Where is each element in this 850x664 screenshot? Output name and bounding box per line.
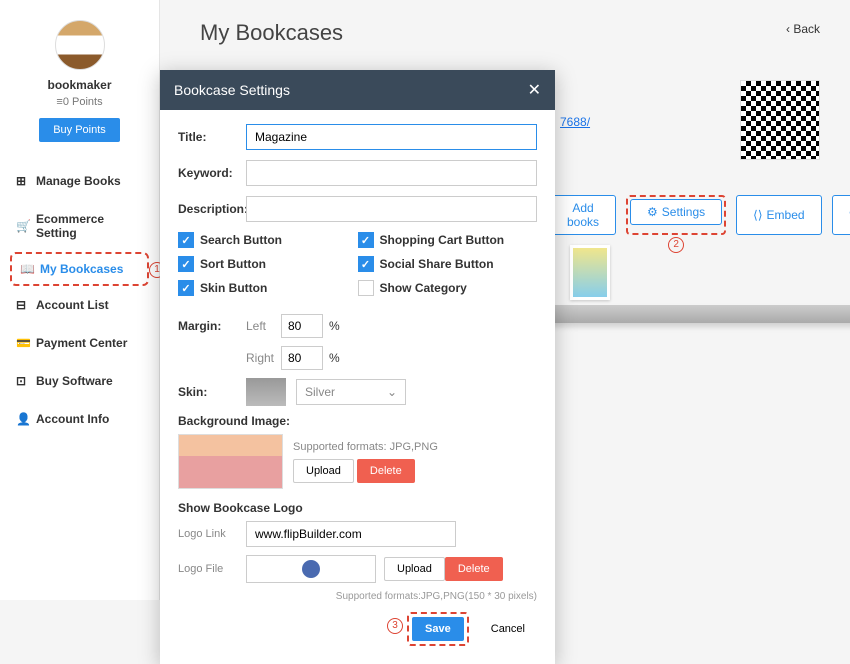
logo-section-label: Show Bookcase Logo bbox=[178, 501, 537, 515]
description-label: Description: bbox=[178, 202, 246, 216]
sidebar: bookmaker ≡0 Points Buy Points ⊞Manage B… bbox=[0, 0, 160, 600]
checkbox-icon: ✓ bbox=[178, 232, 194, 248]
checkbox-icon: ✓ bbox=[178, 256, 194, 272]
modal-title: Bookcase Settings bbox=[174, 82, 290, 98]
shelf bbox=[550, 305, 850, 323]
check-search[interactable]: ✓Search Button bbox=[178, 232, 358, 248]
description-input[interactable] bbox=[246, 196, 537, 222]
cart-icon: 🛒 bbox=[16, 219, 30, 233]
feature-checkboxes: ✓Search Button ✓Shopping Cart Button ✓So… bbox=[178, 232, 537, 304]
package-icon: ⊡ bbox=[16, 374, 30, 388]
nav-account-list[interactable]: ⊟Account List bbox=[10, 286, 149, 324]
book-thumbnail[interactable] bbox=[570, 245, 610, 300]
logo-file-preview bbox=[246, 555, 376, 583]
bookcase-toolbar: Add books ⚙Settings 2 ⟨⟩Embed ✎Edit bbox=[550, 195, 850, 235]
checkbox-icon: ✓ bbox=[358, 232, 374, 248]
gear-icon: ⚙ bbox=[647, 205, 658, 219]
modal-body: Title: Keyword: Description: ✓Search But… bbox=[160, 110, 555, 664]
nav-ecommerce[interactable]: 🛒Ecommerce Setting bbox=[10, 200, 149, 252]
logo-link-label: Logo Link bbox=[178, 528, 246, 540]
buy-points-button[interactable]: Buy Points bbox=[39, 118, 120, 142]
check-cart[interactable]: ✓Shopping Cart Button bbox=[358, 232, 538, 248]
qr-code bbox=[740, 80, 820, 160]
bg-section-label: Background Image: bbox=[178, 414, 537, 428]
bookcase-url-fragment[interactable]: 7688/ bbox=[560, 115, 590, 129]
checkbox-icon: ✓ bbox=[358, 256, 374, 272]
margin-left-input[interactable] bbox=[281, 314, 323, 338]
keyword-label: Keyword: bbox=[178, 166, 246, 180]
sidebar-nav: ⊞Manage Books 🛒Ecommerce Setting 📖My Boo… bbox=[0, 162, 159, 438]
logo-icon bbox=[302, 560, 320, 578]
close-icon[interactable]: ✕ bbox=[528, 80, 541, 100]
bg-thumbnail bbox=[178, 434, 283, 489]
bookcase-icon: 📖 bbox=[20, 262, 34, 276]
list-icon: ⊟ bbox=[16, 298, 30, 312]
checkbox-icon: ✓ bbox=[178, 280, 194, 296]
skin-swatch bbox=[246, 378, 286, 406]
title-label: Title: bbox=[178, 130, 246, 144]
check-sort[interactable]: ✓Sort Button bbox=[178, 256, 358, 272]
bg-formats-note: Supported formats: JPG,PNG bbox=[293, 441, 438, 453]
edit-button[interactable]: ✎Edit bbox=[832, 195, 850, 235]
checkbox-icon: ✓ bbox=[358, 280, 374, 296]
nav-payment[interactable]: 💳Payment Center bbox=[10, 324, 149, 362]
modal-header: Bookcase Settings ✕ bbox=[160, 70, 555, 110]
skin-select[interactable]: Silver⌄ bbox=[296, 379, 406, 405]
save-button[interactable]: Save bbox=[412, 617, 464, 641]
username: bookmaker bbox=[0, 78, 159, 92]
check-social[interactable]: ✓Social Share Button bbox=[358, 256, 538, 272]
books-icon: ⊞ bbox=[16, 174, 30, 188]
cancel-button[interactable]: Cancel bbox=[479, 618, 537, 640]
callout-1: 📖My Bookcases 1 bbox=[10, 252, 149, 286]
code-icon: ⟨⟩ bbox=[753, 208, 762, 222]
check-category[interactable]: ✓Show Category bbox=[358, 280, 538, 296]
add-books-button[interactable]: Add books bbox=[550, 195, 616, 235]
chevron-down-icon: ⌄ bbox=[387, 385, 397, 399]
margin-right-input[interactable] bbox=[281, 346, 323, 370]
callout-3: 3 Save bbox=[407, 612, 469, 646]
nav-manage-books[interactable]: ⊞Manage Books bbox=[10, 162, 149, 200]
nav-account-info[interactable]: 👤Account Info bbox=[10, 400, 149, 438]
logo-upload-button[interactable]: Upload bbox=[384, 557, 445, 581]
user-icon: 👤 bbox=[16, 412, 30, 426]
nav-buy-software[interactable]: ⊡Buy Software bbox=[10, 362, 149, 400]
points-label: ≡0 Points bbox=[0, 96, 159, 108]
title-input[interactable] bbox=[246, 124, 537, 150]
logo-link-input[interactable] bbox=[246, 521, 456, 547]
keyword-input[interactable] bbox=[246, 160, 537, 186]
bg-upload-button[interactable]: Upload bbox=[293, 459, 354, 483]
margin-left-label: Left bbox=[246, 319, 281, 333]
modal-actions: 3 Save Cancel bbox=[178, 612, 537, 646]
bookcase-settings-modal: Bookcase Settings ✕ Title: Keyword: Desc… bbox=[160, 70, 555, 664]
logo-file-label: Logo File bbox=[178, 563, 246, 575]
callout-3-number: 3 bbox=[387, 618, 403, 634]
callout-2-number: 2 bbox=[668, 237, 684, 253]
avatar[interactable] bbox=[55, 20, 105, 70]
settings-button[interactable]: ⚙Settings bbox=[630, 199, 722, 225]
logo-delete-button[interactable]: Delete bbox=[445, 557, 503, 581]
back-link[interactable]: ‹ Back bbox=[786, 22, 820, 36]
embed-button[interactable]: ⟨⟩Embed bbox=[736, 195, 821, 235]
card-icon: 💳 bbox=[16, 336, 30, 350]
skin-label: Skin: bbox=[178, 385, 246, 399]
page-title: My Bookcases bbox=[200, 20, 820, 46]
callout-2: ⚙Settings 2 bbox=[626, 195, 726, 235]
qr-icon bbox=[741, 81, 819, 159]
logo-formats-note: Supported formats:JPG,PNG(150 * 30 pixel… bbox=[178, 591, 537, 602]
margin-label: Margin: bbox=[178, 319, 246, 333]
nav-my-bookcases[interactable]: 📖My Bookcases bbox=[18, 258, 141, 280]
check-skin[interactable]: ✓Skin Button bbox=[178, 280, 358, 296]
margin-right-label: Right bbox=[246, 351, 281, 365]
bg-delete-button[interactable]: Delete bbox=[357, 459, 415, 483]
